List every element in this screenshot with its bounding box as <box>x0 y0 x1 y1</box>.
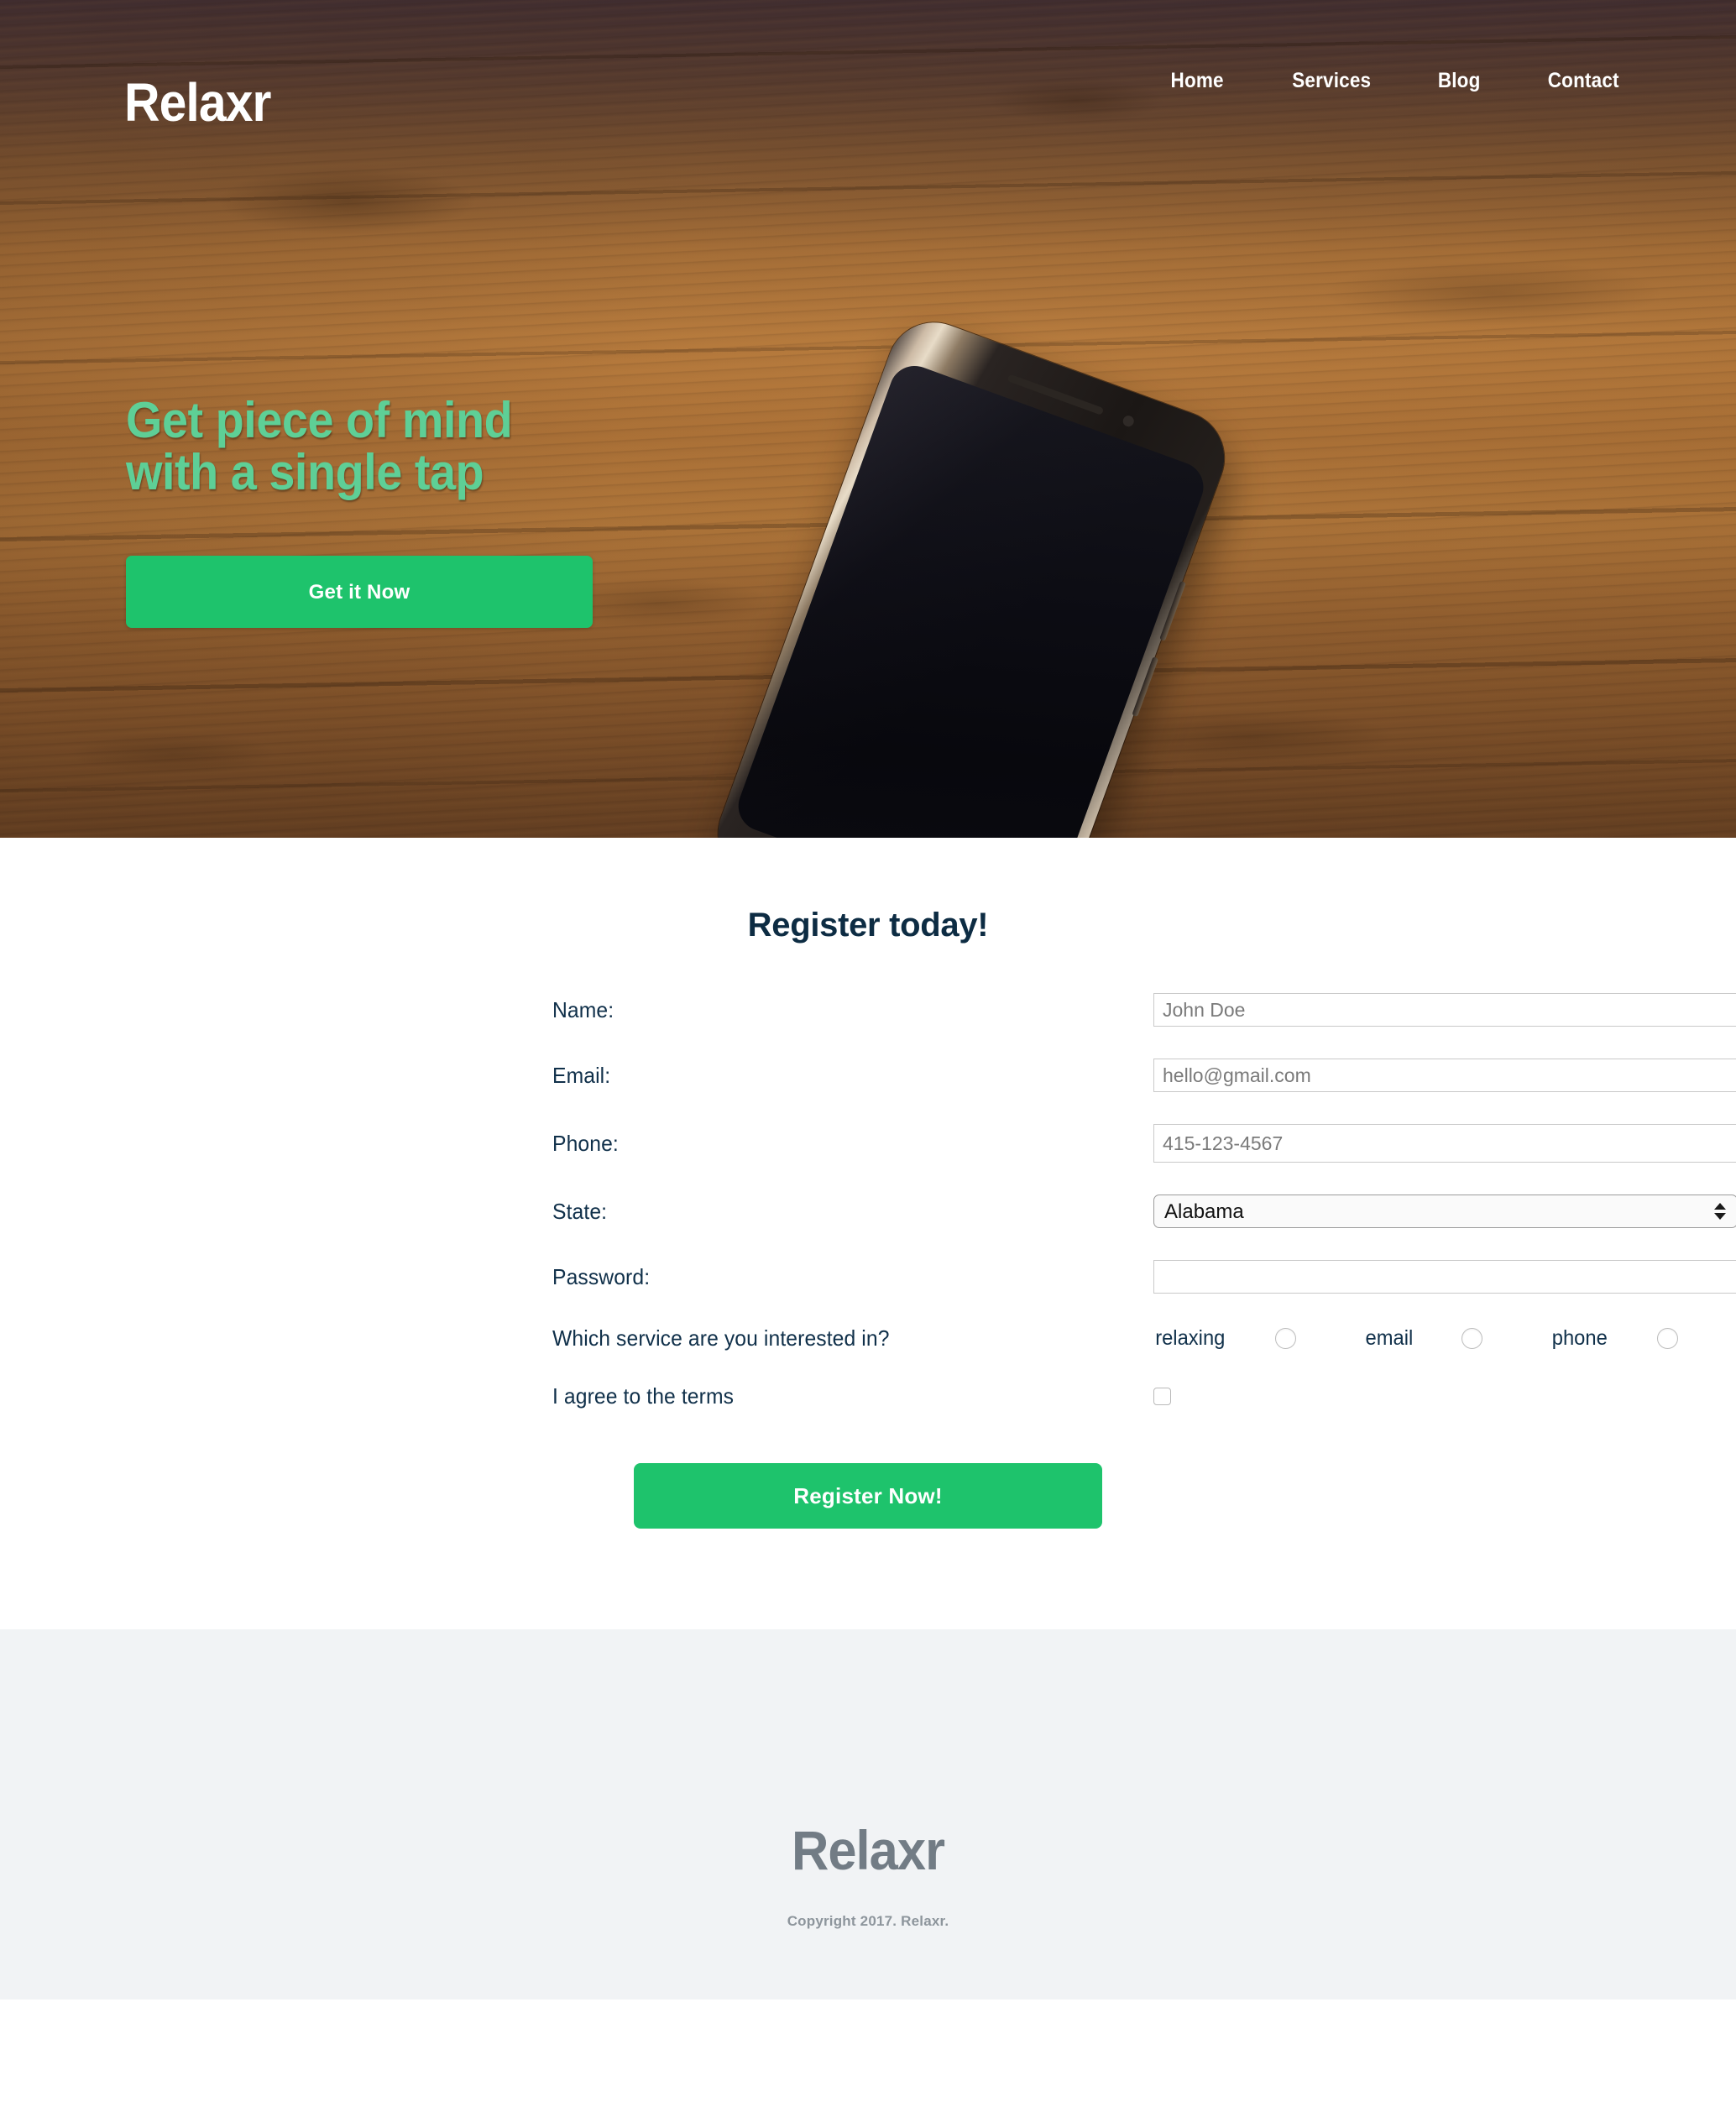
terms-label: I agree to the terms <box>552 1383 735 1409</box>
site-footer: Relaxr Copyright 2017. Relaxr. <box>0 1629 1736 2000</box>
email-label: Email: <box>552 1062 611 1088</box>
password-label: Password: <box>552 1263 651 1289</box>
form-row-name: Name: <box>552 993 1736 1027</box>
site-logo[interactable]: Relaxr <box>124 76 271 129</box>
hero-section: Relaxr Home Services Blog Contact Get pi… <box>0 0 1736 838</box>
get-it-now-button[interactable]: Get it Now <box>126 555 593 628</box>
hero-headline-line-2: with a single tap <box>126 443 484 500</box>
service-question-label: Which service are you interested in? <box>552 1325 890 1351</box>
service-radio-email[interactable] <box>1461 1328 1483 1349</box>
footer-logo: Relaxr <box>791 1819 945 1881</box>
phone-front-camera-icon <box>1121 414 1136 429</box>
phone-input[interactable] <box>1153 1124 1736 1163</box>
form-row-email: Email: <box>552 1059 1736 1092</box>
form-row-terms: I agree to the terms <box>552 1383 1462 1409</box>
copyright-text: Copyright 2017. Relaxr. <box>787 1913 949 1929</box>
form-row-service: Which service are you interested in? rel… <box>552 1325 1678 1351</box>
name-input[interactable] <box>1153 993 1736 1027</box>
nav-item-services[interactable]: Services <box>1292 69 1371 93</box>
form-row-password: Password: <box>552 1260 1736 1294</box>
service-option-relaxing-label: relaxing <box>1155 1326 1226 1350</box>
service-option-relaxing[interactable]: relaxing <box>1153 1326 1296 1351</box>
registration-form: Name: Email: Phone: State: Alabama <box>274 993 1736 1529</box>
state-control: Alabama <box>1153 1195 1736 1228</box>
hero-copy: Get piece of mind with a single tap Get … <box>126 395 593 628</box>
form-row-state: State: Alabama <box>552 1195 1736 1228</box>
email-input[interactable] <box>1153 1059 1736 1092</box>
nav-item-contact[interactable]: Contact <box>1547 69 1618 93</box>
service-radio-group: relaxing email phone <box>1153 1326 1678 1351</box>
service-option-email[interactable]: email <box>1364 1326 1483 1351</box>
password-control <box>1153 1260 1736 1294</box>
service-radio-phone[interactable] <box>1656 1328 1678 1349</box>
nav-links: Home Services Blog Contact <box>1168 69 1623 93</box>
service-control: relaxing email phone <box>1153 1326 1678 1351</box>
state-select-wrap: Alabama <box>1153 1195 1736 1228</box>
register-now-button[interactable]: Register Now! <box>634 1463 1102 1529</box>
service-option-email-label: email <box>1365 1326 1413 1350</box>
service-option-phone[interactable]: phone <box>1550 1326 1678 1351</box>
state-select[interactable]: Alabama <box>1153 1195 1736 1228</box>
name-control <box>1153 993 1736 1027</box>
terms-control <box>1153 1388 1462 1405</box>
password-input[interactable] <box>1153 1260 1736 1294</box>
service-radio-relaxing[interactable] <box>1274 1328 1296 1349</box>
hero-headline-line-1: Get piece of mind <box>126 392 513 448</box>
submit-row: Register Now! <box>274 1463 1462 1529</box>
hero-headline: Get piece of mind with a single tap <box>126 395 560 499</box>
form-row-phone: Phone: <box>552 1124 1736 1163</box>
register-section: Register today! Name: Email: Phone: Stat… <box>0 838 1736 1629</box>
phone-control <box>1153 1124 1736 1163</box>
service-option-phone-label: phone <box>1552 1326 1608 1350</box>
terms-checkbox[interactable] <box>1153 1388 1171 1405</box>
nav-item-blog[interactable]: Blog <box>1438 69 1481 93</box>
state-label: State: <box>552 1198 608 1224</box>
phone-label: Phone: <box>552 1130 619 1156</box>
email-control <box>1153 1059 1736 1092</box>
nav-item-home[interactable]: Home <box>1171 69 1224 93</box>
main-navigation: Relaxr Home Services Blog Contact <box>0 0 1736 168</box>
page-title: Register today! <box>747 907 989 944</box>
name-label: Name: <box>552 996 614 1022</box>
